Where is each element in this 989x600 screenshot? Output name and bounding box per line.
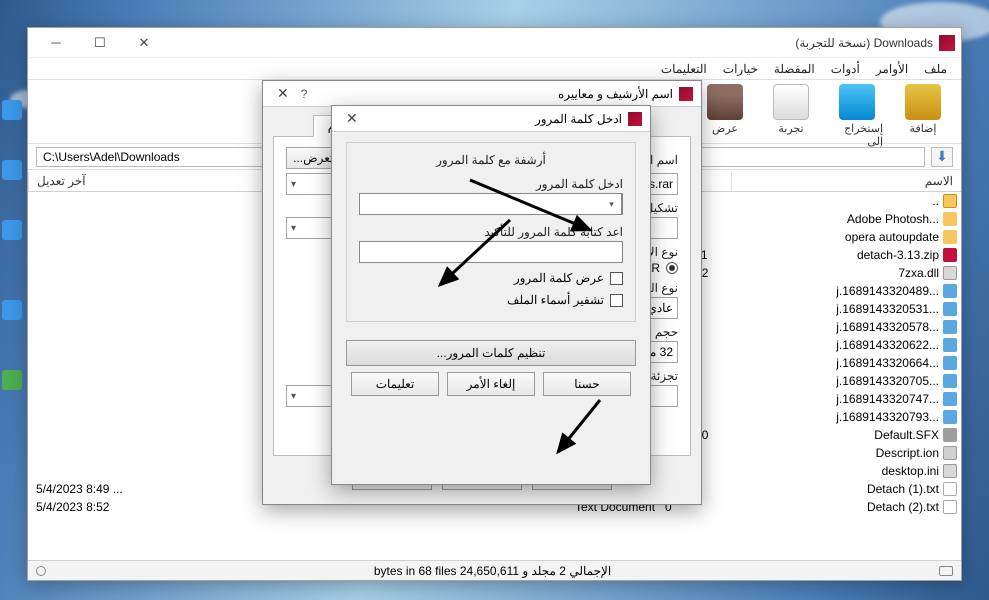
dialog-title: اسم الأرشيف و معاييره: [313, 87, 673, 101]
file-icon: [943, 410, 957, 424]
reenter-password-label: اعد كتابة كلمة المرور للتأكيد: [359, 225, 623, 239]
file-icon: [943, 428, 957, 442]
status-text: الإجمالي 2 مجلد و 24,650,611 bytes in 68…: [54, 564, 931, 578]
radio-rar[interactable]: [666, 262, 678, 274]
encrypt-names-checkbox[interactable]: تشفير أسماء الملف: [359, 293, 623, 307]
organize-passwords-button[interactable]: تنظيم كلمات المرور...: [346, 340, 636, 366]
menu-tools[interactable]: أدوات: [825, 60, 866, 78]
extract-icon: [839, 84, 875, 120]
close-button[interactable]: ✕: [340, 110, 364, 127]
file-icon: [943, 482, 957, 496]
menubar: ملف الأوامر أدوات المفضلة خيارات التعليم…: [28, 58, 961, 80]
tool-extract[interactable]: إستخراج إلى: [831, 84, 883, 148]
desktop-icon[interactable]: [2, 100, 22, 120]
ok-button[interactable]: حسنا: [543, 372, 631, 396]
file-icon: [943, 320, 957, 334]
add-icon: [905, 84, 941, 120]
show-password-checkbox[interactable]: عرض كلمة المرور: [359, 271, 623, 285]
desktop-icon[interactable]: [2, 160, 22, 180]
file-icon: [943, 374, 957, 388]
file-icon: [943, 266, 957, 280]
file-icon: [943, 338, 957, 352]
cancel-button[interactable]: إلغاء الأمر: [447, 372, 535, 396]
titlebar: Downloads (نسخة للتجربة) ─ ☐ ✕: [28, 28, 961, 58]
password-confirm-input[interactable]: [359, 241, 623, 263]
password-group: أرشفة مع كلمة المرور ادخل كلمة المرور ▾ …: [346, 142, 636, 322]
minimize-button[interactable]: ─: [34, 29, 78, 57]
dialog-title: ادخل كلمة المرور: [364, 112, 622, 126]
file-icon: [943, 284, 957, 298]
menu-options[interactable]: خيارات: [717, 60, 764, 78]
file-icon: [943, 302, 957, 316]
file-icon: [943, 446, 957, 460]
file-icon: [943, 212, 957, 226]
desktop-icon[interactable]: [2, 220, 22, 240]
group-title: أرشفة مع كلمة المرور: [359, 153, 623, 167]
menu-favorites[interactable]: المفضلة: [768, 60, 821, 78]
menu-help[interactable]: التعليمات: [655, 60, 713, 78]
winrar-icon: [939, 35, 955, 51]
help-button[interactable]: ?: [301, 87, 308, 101]
tool-view[interactable]: عرض: [699, 84, 751, 135]
file-icon: [943, 392, 957, 406]
key-icon: [939, 566, 953, 576]
up-button[interactable]: ⬇: [931, 147, 953, 167]
tool-add[interactable]: إضافة: [897, 84, 949, 135]
col-name[interactable]: الاسم: [731, 172, 961, 191]
menu-file[interactable]: ملف: [918, 60, 953, 78]
winrar-icon: [628, 112, 642, 126]
file-icon: [943, 500, 957, 514]
close-button[interactable]: ✕: [122, 29, 166, 57]
file-icon: [943, 230, 957, 244]
close-button[interactable]: ✕: [271, 85, 295, 102]
test-icon: [773, 84, 809, 120]
password-dialog: ادخل كلمة المرور ✕ أرشفة مع كلمة المرور …: [331, 105, 651, 485]
window-title: Downloads (نسخة للتجربة): [166, 36, 933, 50]
disk-icon: [36, 566, 46, 576]
enter-password-label: ادخل كلمة المرور: [359, 177, 623, 191]
file-icon: [943, 464, 957, 478]
desktop-icon[interactable]: [2, 370, 22, 390]
tool-test[interactable]: تجربة: [765, 84, 817, 135]
file-icon: [943, 356, 957, 370]
winrar-icon: [679, 87, 693, 101]
status-bar: الإجمالي 2 مجلد و 24,650,611 bytes in 68…: [28, 560, 961, 580]
file-icon: [943, 194, 957, 208]
maximize-button[interactable]: ☐: [78, 29, 122, 57]
view-icon: [707, 84, 743, 120]
password-input[interactable]: ▾: [359, 193, 623, 215]
menu-commands[interactable]: الأوامر: [870, 60, 914, 78]
help-button[interactable]: تعليمات: [351, 372, 439, 396]
file-icon: [943, 248, 957, 262]
desktop-icon[interactable]: [2, 300, 22, 320]
